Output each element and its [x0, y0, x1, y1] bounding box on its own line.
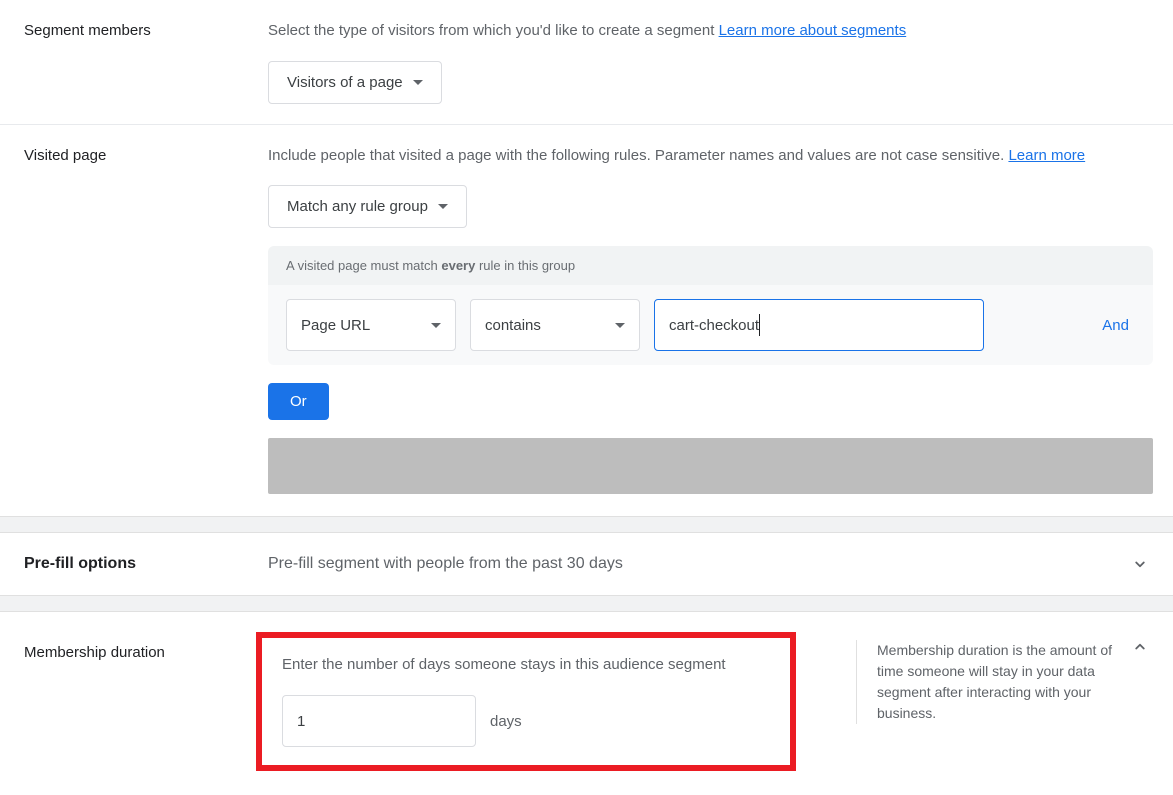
chevron-up-icon	[1131, 638, 1149, 656]
match-rule-group-dropdown[interactable]: Match any rule group	[268, 185, 467, 228]
learn-more-visited-link[interactable]: Learn more	[1008, 147, 1085, 164]
rule-group: A visited page must match every rule in …	[268, 246, 1153, 365]
text-cursor-icon	[759, 314, 760, 336]
segment-members-desc: Select the type of visitors from which y…	[268, 20, 1153, 43]
rule-attribute-dropdown[interactable]: Page URL	[286, 299, 456, 351]
segment-members-content: Select the type of visitors from which y…	[268, 20, 1153, 104]
section-visited-page: Visited page Include people that visited…	[0, 125, 1173, 517]
visited-page-desc-text: Include people that visited a page with …	[268, 147, 1008, 164]
learn-more-segments-link[interactable]: Learn more about segments	[719, 22, 907, 39]
rule-row: Page URL contains cart-checkout And	[268, 285, 1153, 365]
section-divider	[0, 516, 1173, 533]
membership-days-unit: days	[490, 713, 522, 730]
match-rule-group-label: Match any rule group	[287, 198, 428, 215]
rule-operator-label: contains	[485, 317, 541, 334]
segment-members-label: Segment members	[24, 20, 268, 104]
membership-days-value: 1	[297, 713, 305, 730]
visited-page-desc: Include people that visited a page with …	[268, 145, 1153, 168]
section-divider	[0, 595, 1173, 612]
rule-header-bold: every	[441, 258, 475, 273]
chevron-down-icon	[1131, 555, 1149, 573]
segment-members-desc-text: Select the type of visitors from which y…	[268, 22, 719, 39]
prefill-label: Pre-fill options	[24, 555, 268, 573]
rule-attribute-label: Page URL	[301, 317, 370, 334]
section-membership-duration: Membership duration Enter the number of …	[0, 612, 1173, 795]
rule-group-header: A visited page must match every rule in …	[268, 246, 1153, 285]
add-and-condition[interactable]: And	[1102, 317, 1135, 334]
caret-down-icon	[615, 323, 625, 328]
membership-help-text: Membership duration is the amount of tim…	[856, 640, 1116, 724]
membership-highlight-box: Enter the number of days someone stays i…	[256, 632, 796, 771]
add-or-group-button[interactable]: Or	[268, 383, 329, 420]
visitors-of-page-dropdown[interactable]: Visitors of a page	[268, 61, 442, 104]
expand-prefill-button[interactable]	[1131, 555, 1149, 573]
membership-days-input[interactable]: 1	[282, 695, 476, 747]
caret-down-icon	[413, 80, 423, 85]
visited-page-content: Include people that visited a page with …	[268, 145, 1153, 495]
section-segment-members: Segment members Select the type of visit…	[0, 0, 1173, 125]
section-prefill: Pre-fill options Pre-fill segment with p…	[0, 533, 1173, 595]
prefill-desc: Pre-fill segment with people from the pa…	[268, 555, 1131, 573]
caret-down-icon	[438, 204, 448, 209]
placeholder-block	[268, 438, 1153, 494]
visited-page-label: Visited page	[24, 145, 268, 495]
membership-field-desc: Enter the number of days someone stays i…	[282, 656, 770, 673]
membership-days-row: 1 days	[282, 695, 770, 747]
rule-value-text: cart-checkout	[669, 317, 759, 334]
rule-operator-dropdown[interactable]: contains	[470, 299, 640, 351]
rule-value-input[interactable]: cart-checkout	[654, 299, 984, 351]
membership-duration-label: Membership duration	[24, 632, 256, 661]
rule-header-pre: A visited page must match	[286, 258, 441, 273]
caret-down-icon	[431, 323, 441, 328]
visitors-of-page-dropdown-label: Visitors of a page	[287, 74, 403, 91]
collapse-membership-button[interactable]	[1131, 638, 1149, 659]
rule-header-post: rule in this group	[475, 258, 575, 273]
